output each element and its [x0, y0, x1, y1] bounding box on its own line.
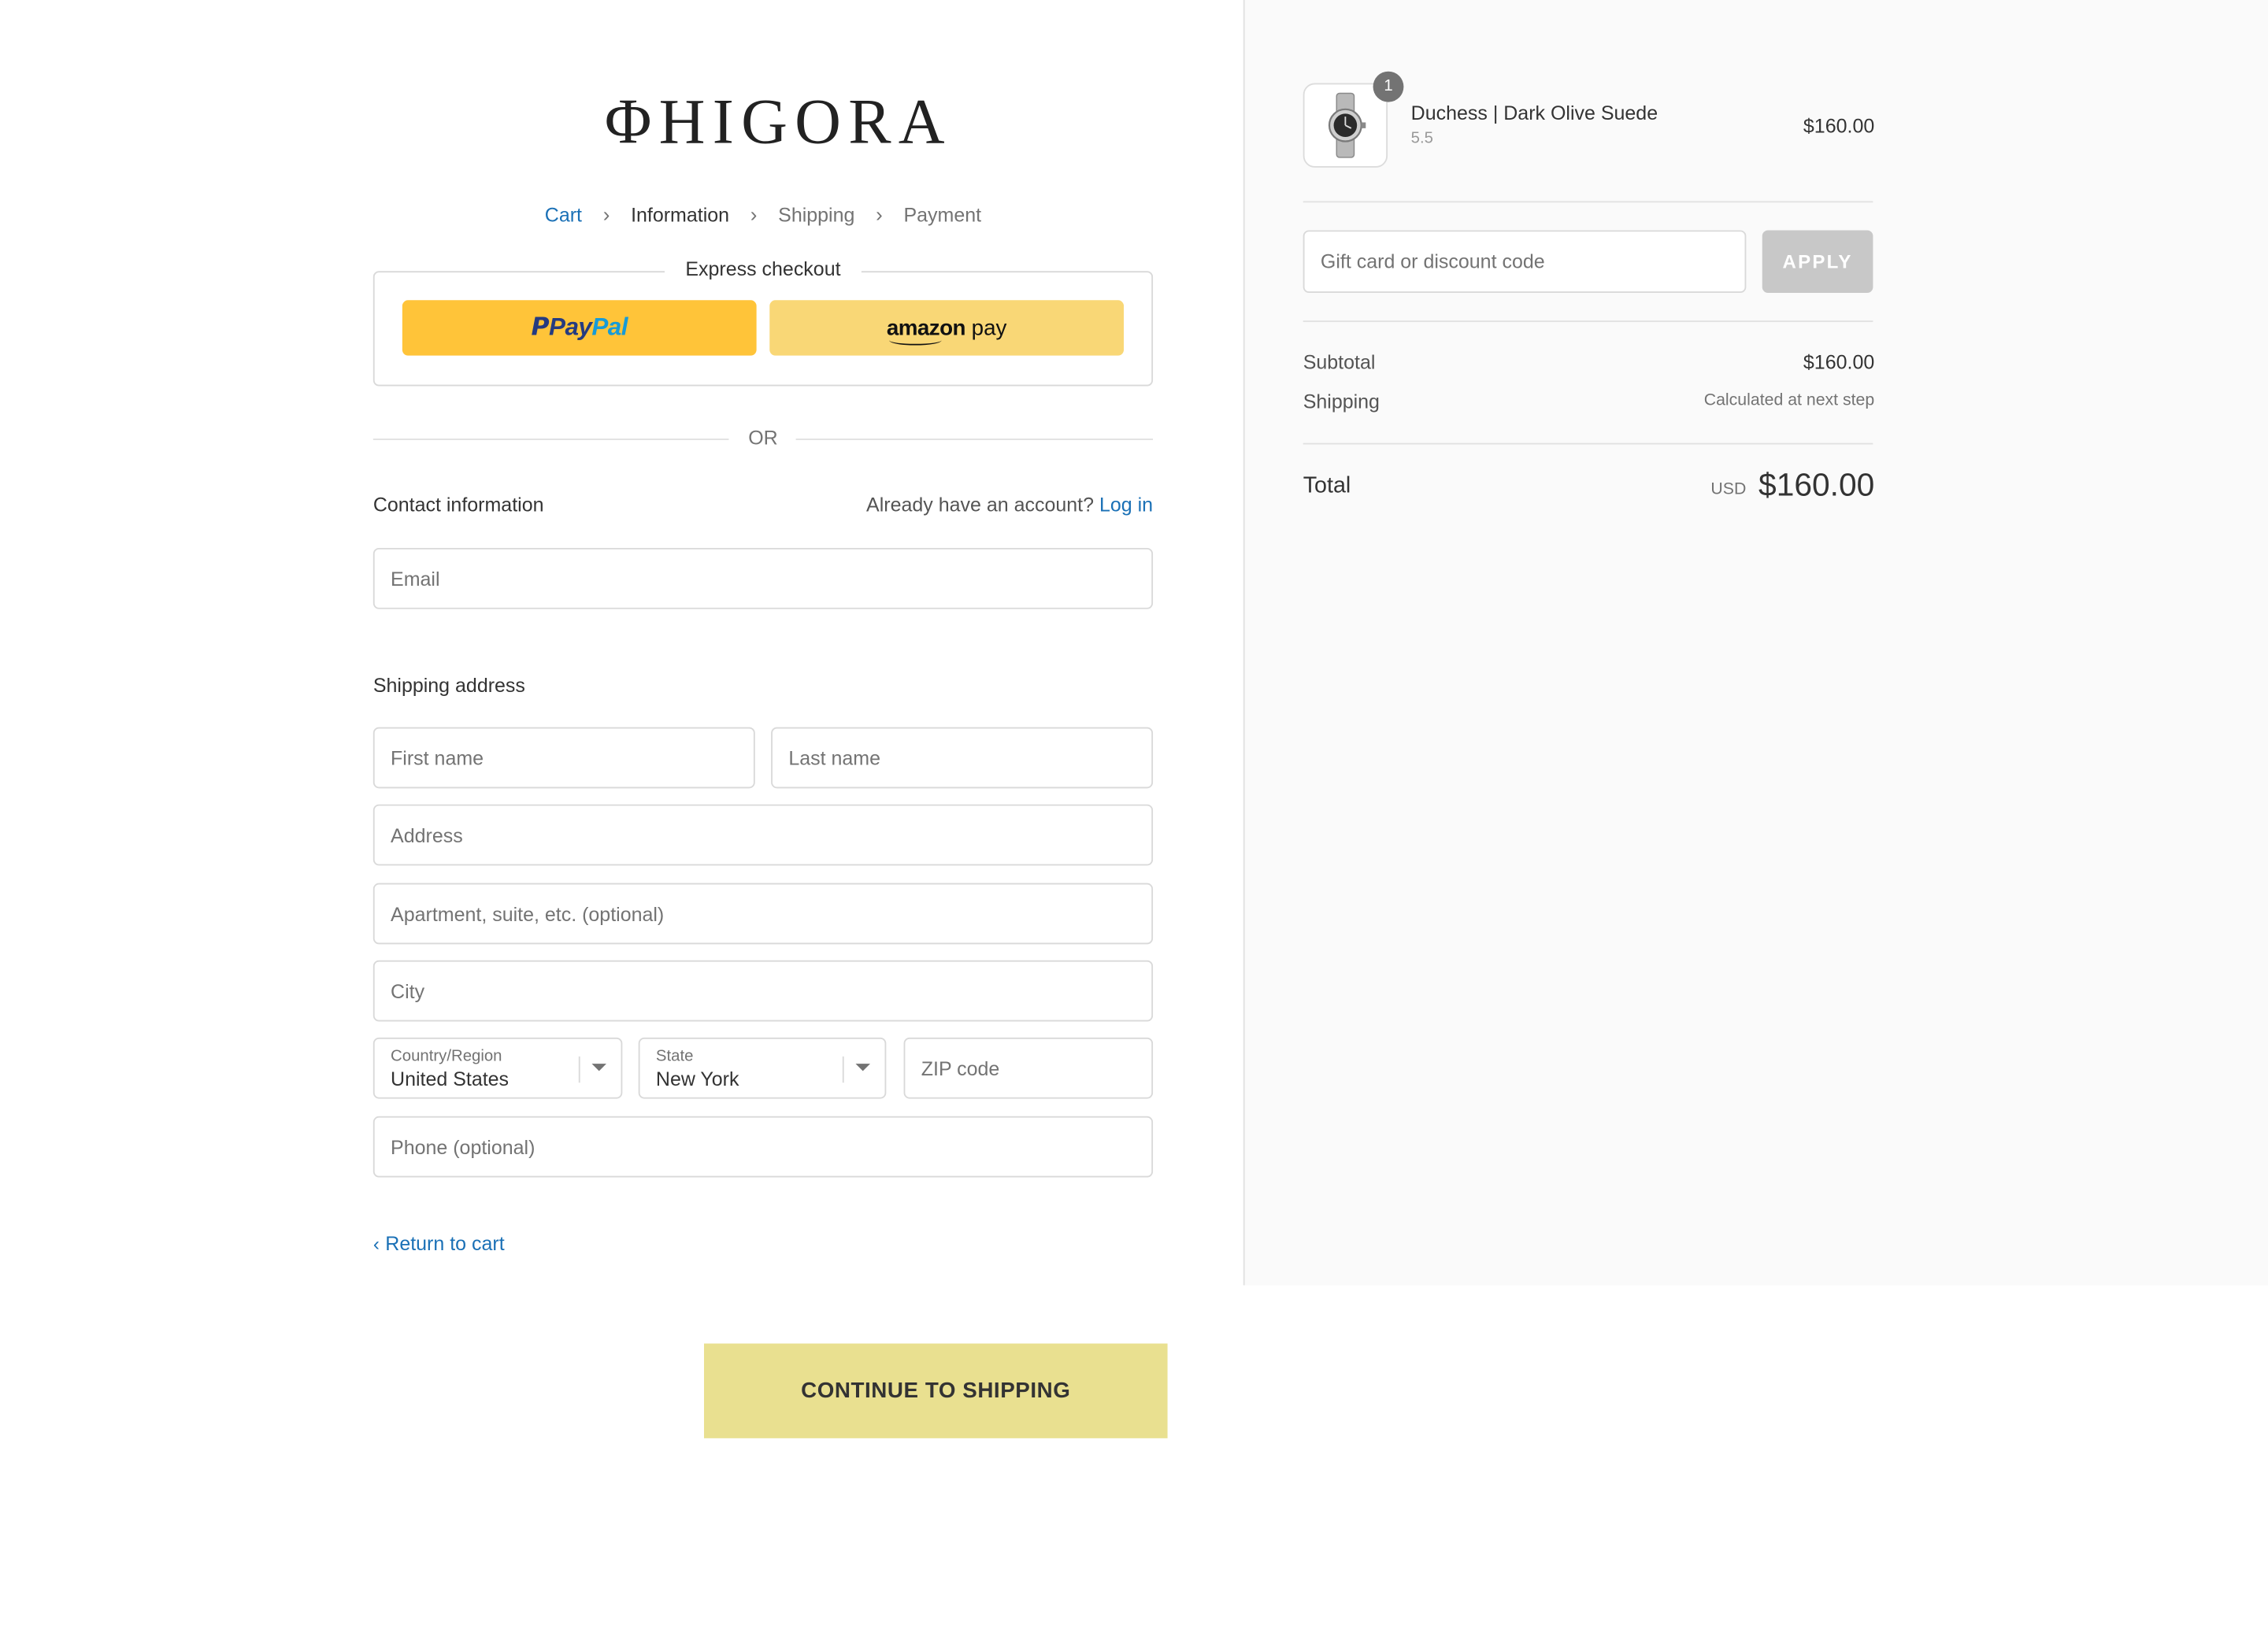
first-name-input[interactable]: [374, 728, 754, 787]
email-input[interactable]: [374, 549, 1152, 608]
main-content: ΦHIGORA Cart › Information › Shipping › …: [0, 0, 1243, 1647]
product-thumbnail: [1303, 83, 1388, 168]
or-text: OR: [748, 427, 778, 450]
last-name-input[interactable]: [772, 728, 1152, 787]
return-to-cart-link[interactable]: ‹ Return to cart: [373, 1233, 505, 1255]
or-divider: OR: [372, 425, 1154, 451]
express-checkout-title: Express checkout: [665, 257, 862, 280]
express-checkout-box: 𝙋PayPal amazon pay: [372, 271, 1154, 387]
subtotal-label: Subtotal: [1303, 351, 1376, 373]
discount-input[interactable]: [1304, 231, 1745, 292]
summary-divider: [1303, 442, 1873, 445]
amazon-pay-logo: amazon pay: [887, 315, 1007, 345]
zip-field[interactable]: [903, 1037, 1154, 1099]
total-currency: USD: [1710, 480, 1747, 499]
state-label: State: [655, 1047, 694, 1066]
state-value: New York: [655, 1068, 739, 1090]
chevron-right-icon: ›: [750, 203, 758, 227]
phone-field[interactable]: [372, 1116, 1154, 1178]
paypal-button[interactable]: 𝙋PayPal: [402, 300, 757, 356]
breadcrumb-cart[interactable]: Cart: [545, 204, 582, 226]
state-select[interactable]: State New York: [638, 1037, 887, 1099]
country-label: Country/Region: [391, 1047, 502, 1066]
shipping-value: Calculated at next step: [1703, 391, 1875, 410]
express-checkout-title-wrap: Express checkout: [373, 257, 1153, 283]
amazon-pay-button[interactable]: amazon pay: [769, 300, 1125, 356]
address-field[interactable]: [372, 804, 1154, 866]
city-input[interactable]: [374, 961, 1152, 1020]
summary-divider: [1303, 320, 1873, 323]
last-name-field[interactable]: [771, 727, 1154, 789]
apartment-input[interactable]: [374, 884, 1152, 943]
breadcrumb-payment: Payment: [903, 204, 982, 226]
breadcrumb-information: Information: [631, 204, 730, 226]
breadcrumb: Cart › Information › Shipping › Payment: [373, 202, 1153, 227]
chevron-left-icon: ‹: [372, 1232, 380, 1255]
login-link[interactable]: Log in: [1099, 494, 1153, 516]
select-divider: [578, 1056, 580, 1083]
paypal-logo: 𝙋PayPal: [532, 313, 628, 342]
country-select[interactable]: Country/Region United States: [372, 1037, 623, 1099]
subtotal-value: $160.00: [1803, 351, 1875, 373]
continue-label: CONTINUE TO SHIPPING: [801, 1378, 1071, 1404]
total-value: $160.00: [1758, 466, 1875, 503]
city-field[interactable]: [372, 960, 1154, 1022]
address-input[interactable]: [374, 805, 1152, 864]
zip-input[interactable]: [905, 1038, 1152, 1097]
quantity-badge: 1: [1373, 71, 1404, 102]
continue-to-shipping-button[interactable]: CONTINUE TO SHIPPING: [703, 1343, 1168, 1438]
apply-button[interactable]: APPLY: [1762, 230, 1873, 294]
product-name: Duchess | Dark Olive Suede: [1410, 102, 1658, 124]
total-label: Total: [1303, 473, 1351, 499]
email-field[interactable]: [372, 547, 1154, 609]
order-summary: 1 Duchess | Dark Olive Suede 5.5 $160.00…: [1243, 0, 2268, 1286]
amazon-smile-icon: [889, 335, 943, 345]
chevron-right-icon: ›: [602, 203, 610, 227]
account-prompt: Already have an account? Log in: [866, 494, 1153, 516]
select-divider: [842, 1056, 844, 1083]
product-variant: 5.5: [1410, 129, 1433, 147]
account-prompt-text: Already have an account?: [866, 494, 1094, 516]
first-name-field[interactable]: [372, 727, 755, 789]
shipping-label: Shipping: [1303, 390, 1380, 413]
chevron-right-icon: ›: [876, 203, 883, 227]
amazon-pay-label: pay: [971, 315, 1007, 341]
caret-down-icon: [855, 1064, 870, 1071]
return-to-cart-label: Return to cart: [385, 1232, 505, 1255]
country-value: United States: [391, 1068, 510, 1090]
watch-icon: [1328, 92, 1366, 158]
paypal-p-icon: 𝙋: [531, 313, 550, 342]
discount-field[interactable]: [1303, 230, 1747, 294]
shipping-address-title: Shipping address: [372, 674, 525, 697]
contact-title: Contact information: [372, 494, 544, 516]
phone-input[interactable]: [374, 1117, 1152, 1176]
caret-down-icon: [591, 1064, 606, 1071]
paypal-label-pal: Pal: [591, 313, 628, 342]
product-price: $160.00: [1803, 115, 1875, 137]
breadcrumb-shipping: Shipping: [778, 204, 855, 226]
summary-divider: [1303, 201, 1873, 203]
apartment-field[interactable]: [372, 883, 1154, 945]
paypal-label-pay: Pay: [549, 313, 592, 342]
